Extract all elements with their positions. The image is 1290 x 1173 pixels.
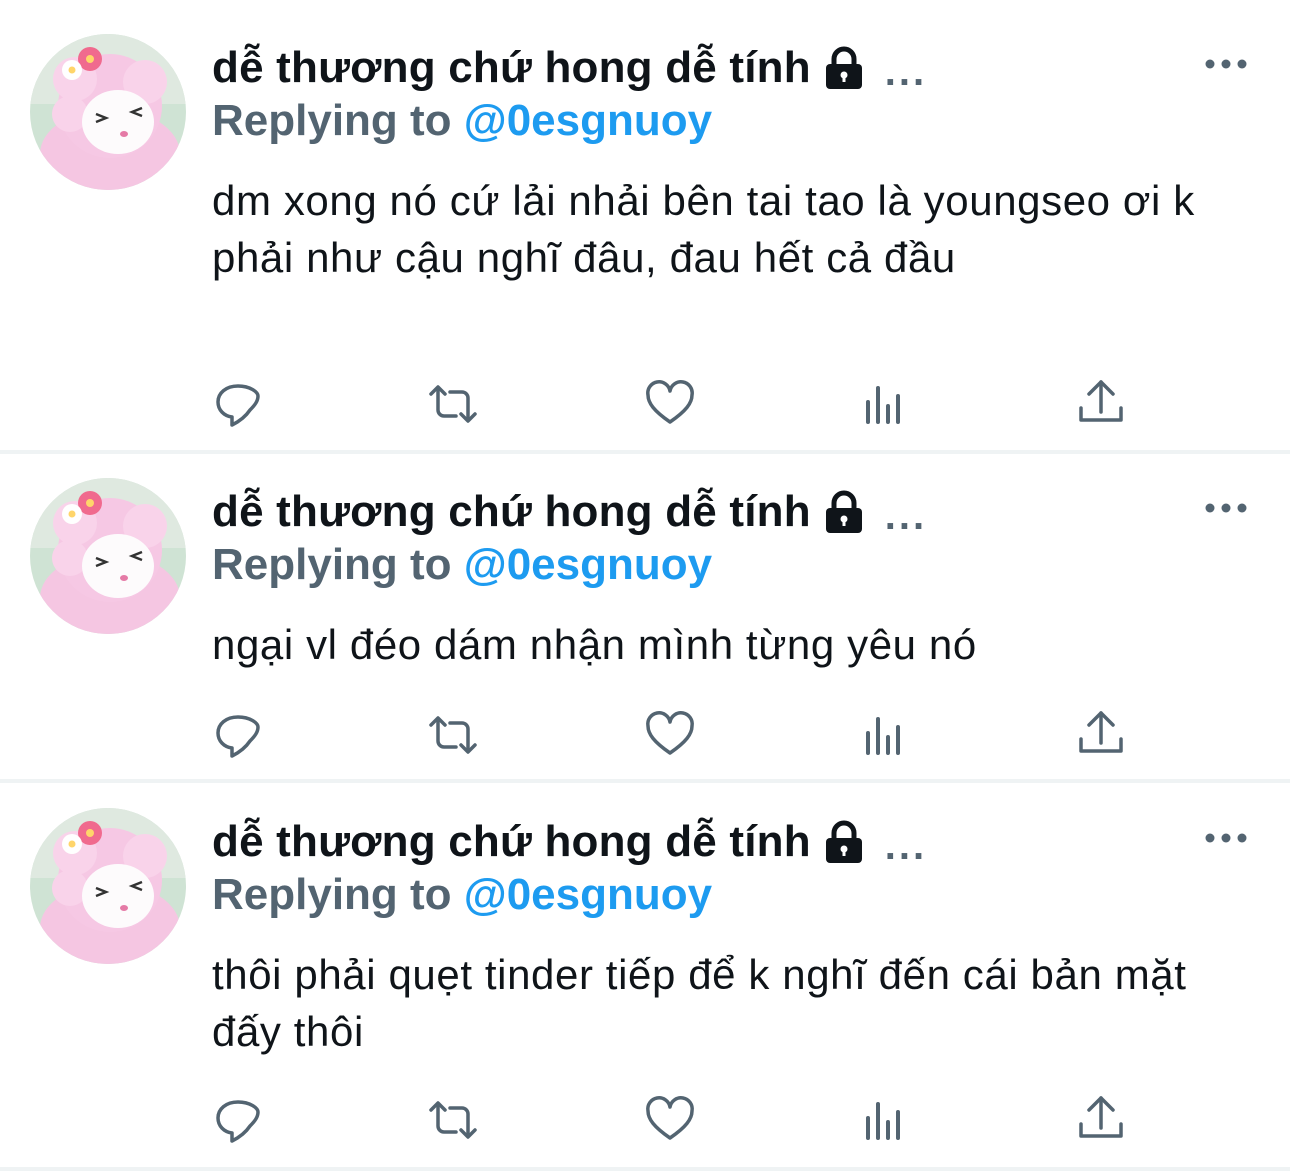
- sheep-avatar-icon: [30, 478, 186, 634]
- tweet-text: dm xong nó cứ lải nhải bên tai tao là yo…: [212, 177, 1195, 281]
- tweet-text: thôi phải quẹt tinder tiếp để k nghĩ đến…: [212, 951, 1187, 1055]
- author-name[interactable]: dễ thương chứ hong dễ tính: [212, 817, 811, 867]
- views-icon: [866, 1102, 900, 1140]
- like-button[interactable]: [644, 378, 696, 430]
- like-button[interactable]: [644, 1094, 696, 1146]
- retweet-button[interactable]: [427, 709, 479, 761]
- avatar[interactable]: [30, 808, 186, 964]
- reply-icon: [216, 384, 260, 427]
- reply-icon: [216, 1100, 260, 1143]
- views-button[interactable]: [860, 709, 912, 761]
- share-button[interactable]: [1075, 1094, 1127, 1146]
- replying-to-handle[interactable]: @0esgnuoy: [464, 540, 712, 589]
- views-button[interactable]: [860, 1094, 912, 1146]
- reply-button[interactable]: [212, 709, 264, 761]
- like-icon: [646, 1096, 694, 1140]
- handle-truncation: ...: [884, 823, 928, 868]
- share-icon: [1079, 1096, 1123, 1138]
- avatar[interactable]: [30, 34, 186, 190]
- share-button[interactable]: [1075, 709, 1127, 761]
- lock-icon: [825, 46, 862, 89]
- like-button[interactable]: [644, 709, 696, 761]
- share-button[interactable]: [1075, 378, 1127, 430]
- action-bar: [0, 1094, 1290, 1154]
- lock-icon: [825, 820, 862, 863]
- views-icon: [866, 717, 900, 755]
- views-icon: [866, 386, 900, 424]
- action-bar: [0, 709, 1290, 769]
- handle-truncation: ...: [884, 493, 928, 538]
- replying-to: Replying to @0esgnuoy: [212, 96, 712, 146]
- divider: [0, 1167, 1290, 1171]
- sheep-avatar-icon: [30, 34, 186, 190]
- like-icon: [646, 380, 694, 424]
- more-icon[interactable]: [1204, 56, 1248, 72]
- replying-to: Replying to @0esgnuoy: [212, 540, 712, 590]
- retweet-icon: [429, 385, 477, 423]
- author-name[interactable]: dễ thương chứ hong dễ tính: [212, 487, 811, 537]
- share-icon: [1079, 380, 1123, 422]
- reply-icon: [216, 715, 260, 758]
- views-button[interactable]: [860, 378, 912, 430]
- share-icon: [1079, 711, 1123, 753]
- tweet[interactable]: dễ thương chứ hong dễ tính ... Replying …: [0, 444, 1290, 780]
- replying-to-label: Replying to: [212, 540, 452, 589]
- sheep-avatar-icon: [30, 808, 186, 964]
- replying-to-handle[interactable]: @0esgnuoy: [464, 870, 712, 919]
- more-icon[interactable]: [1204, 500, 1248, 516]
- tweet[interactable]: dễ thương chứ hong dễ tính ... Replying …: [0, 774, 1290, 1173]
- avatar[interactable]: [30, 478, 186, 634]
- handle-truncation: ...: [884, 49, 928, 94]
- more-icon[interactable]: [1204, 830, 1248, 846]
- replying-to-handle[interactable]: @0esgnuoy: [464, 96, 712, 145]
- retweet-icon: [429, 716, 477, 754]
- reply-button[interactable]: [212, 378, 264, 430]
- retweet-button[interactable]: [427, 1094, 479, 1146]
- replying-to-label: Replying to: [212, 870, 452, 919]
- action-bar: [0, 378, 1290, 438]
- replying-to-label: Replying to: [212, 96, 452, 145]
- tweet-text: ngại vl đéo dám nhận mình từng yêu nó: [212, 621, 977, 668]
- lock-icon: [825, 490, 862, 533]
- replying-to: Replying to @0esgnuoy: [212, 870, 712, 920]
- reply-button[interactable]: [212, 1094, 264, 1146]
- author-name[interactable]: dễ thương chứ hong dễ tính: [212, 43, 811, 93]
- like-icon: [646, 711, 694, 755]
- retweet-button[interactable]: [427, 378, 479, 430]
- tweet[interactable]: dễ thương chứ hong dễ tính ... Replying …: [0, 0, 1290, 452]
- retweet-icon: [429, 1101, 477, 1139]
